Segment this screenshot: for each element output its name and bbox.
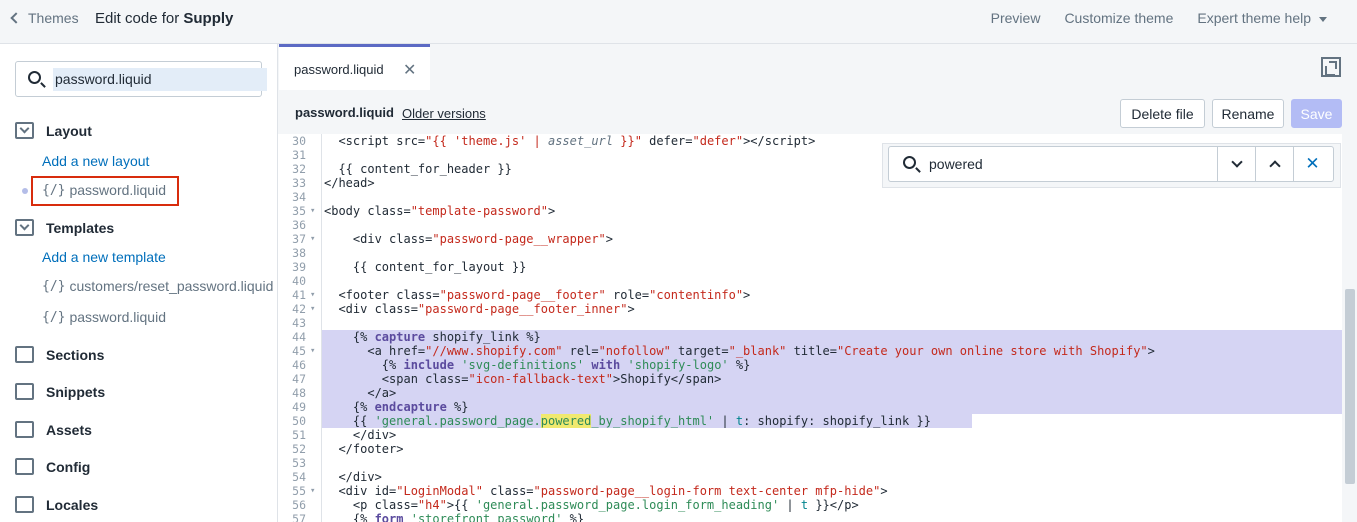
caret-down-icon: [1319, 16, 1327, 22]
code-line: 48 </a>: [292, 386, 397, 400]
folder-locales[interactable]: Locales: [15, 496, 98, 513]
older-versions-link[interactable]: Older versions: [402, 106, 486, 121]
customize-theme-link[interactable]: Customize theme: [1064, 10, 1173, 26]
find-previous-button[interactable]: [1255, 147, 1293, 181]
file-search-input[interactable]: password.liquid: [15, 61, 267, 97]
delete-file-button[interactable]: Delete file: [1120, 99, 1205, 128]
code-line: 52 </footer>: [292, 442, 404, 456]
file-toolbar: password.liquid Older versions Delete fi…: [278, 90, 1357, 134]
chevron-up-icon: [1268, 160, 1281, 172]
close-icon: ✕: [1305, 154, 1320, 173]
code-line: 35 ▾ <body class="template-password">: [292, 204, 556, 218]
code-line: 53: [292, 456, 306, 470]
chevron-left-icon: [10, 12, 22, 24]
code-line: 43: [292, 316, 306, 330]
code-line: 55 ▾ <div id="LoginModal" class="password…: [292, 484, 888, 498]
folder-icon: [15, 346, 34, 363]
back-label: Themes: [28, 10, 79, 26]
code-line: 45 ▾ <a href="//www.shopify.com" rel="nof…: [292, 344, 1155, 358]
folder-icon: [15, 458, 34, 475]
folder-icon: [15, 496, 34, 513]
folder-templates[interactable]: Templates: [15, 219, 114, 236]
rename-button[interactable]: Rename: [1212, 99, 1284, 128]
back-to-themes-link[interactable]: Themes: [10, 10, 79, 26]
code-line: 36: [292, 218, 306, 232]
code-line: 50 {{ 'general.password_page.powered_by_…: [292, 414, 931, 428]
code-line: 54 </div>: [292, 470, 382, 484]
code-file-icon: {/}: [42, 309, 66, 325]
add-new-layout-link[interactable]: Add a new layout: [42, 153, 149, 169]
code-line: 38: [292, 246, 306, 260]
code-line: 56 <p class="h4">{{ 'general.password_pa…: [292, 498, 859, 512]
add-new-template-link[interactable]: Add a new template: [42, 249, 166, 265]
code-line: 51 </div>: [292, 428, 397, 442]
code-line: 49 {% endcapture %}: [292, 400, 469, 414]
theme-name: Supply: [183, 10, 234, 27]
tab-bar: password.liquid ✕: [278, 44, 1357, 90]
code-line: 47 <span class="icon-fallback-text">Shop…: [292, 372, 722, 386]
top-actions: Preview Customize theme Expert theme hel…: [991, 10, 1327, 26]
editor-area: password.liquid ✕ password.liquid Older …: [278, 44, 1357, 522]
expand-icon[interactable]: [1321, 57, 1341, 77]
folder-icon: [15, 421, 34, 438]
scrollbar-thumb[interactable]: [1345, 289, 1355, 484]
code-line: 57 {% form 'storefront_password' %}: [292, 512, 585, 522]
code-file-icon: {/}: [42, 182, 66, 198]
code-line: 41 ▾ <footer class="password-page__footer…: [292, 288, 751, 302]
code-line: 46 {% include 'svg-definitions' with 'sh…: [292, 358, 751, 372]
close-icon[interactable]: ✕: [403, 60, 416, 80]
search-icon: [28, 71, 41, 84]
template-file-password-liquid[interactable]: {/} password.liquid: [42, 309, 166, 325]
editor-scrollbar[interactable]: [1342, 134, 1357, 522]
current-file-name: password.liquid: [295, 105, 394, 120]
layout-file-password-liquid[interactable]: {/} password.liquid: [42, 182, 166, 198]
active-file-dot: [22, 188, 28, 194]
file-sidebar: password.liquid Layout Add a new layout …: [0, 44, 278, 522]
code-line: 37 ▾ <div class="password-page__wrapper">: [292, 232, 613, 246]
folder-icon: [15, 383, 34, 400]
folder-config[interactable]: Config: [15, 458, 90, 475]
find-panel: powered ✕: [882, 143, 1341, 188]
code-file-icon: {/}: [42, 278, 66, 294]
code-editor[interactable]: 30 <script src="{{ 'theme.js' | asset_ur…: [278, 134, 1342, 522]
find-next-button[interactable]: [1217, 147, 1255, 181]
chevron-down-icon: [1230, 156, 1243, 168]
expert-theme-help-dropdown[interactable]: Expert theme help: [1197, 10, 1327, 26]
top-bar: Themes Edit code for Supply Preview Cust…: [0, 0, 1357, 44]
page-title: Edit code for Supply: [95, 10, 234, 27]
template-file-reset-password[interactable]: {/} customers/reset_password.liquid: [42, 278, 273, 294]
folder-layout[interactable]: Layout: [15, 122, 92, 139]
close-find-button[interactable]: ✕: [1293, 147, 1331, 181]
folder-assets[interactable]: Assets: [15, 421, 92, 438]
folder-open-icon: [15, 219, 34, 236]
code-line: 34: [292, 190, 306, 204]
folder-snippets[interactable]: Snippets: [15, 383, 105, 400]
search-icon: [903, 156, 916, 169]
code-line: 44 {% capture shopify_link %}: [292, 330, 541, 344]
find-input[interactable]: powered ✕: [888, 146, 1334, 182]
save-button[interactable]: Save: [1291, 99, 1342, 128]
code-line: 40: [292, 274, 306, 288]
code-line: 42 ▾ <div class="password-page__footer_in…: [292, 302, 635, 316]
tab-password-liquid[interactable]: password.liquid ✕: [279, 44, 430, 90]
find-value: powered: [929, 156, 983, 172]
folder-open-icon: [15, 122, 34, 139]
preview-link[interactable]: Preview: [991, 10, 1041, 26]
code-line: 39 {{ content_for_layout }}: [292, 260, 527, 274]
folder-sections[interactable]: Sections: [15, 346, 104, 363]
search-value: password.liquid: [53, 68, 267, 91]
